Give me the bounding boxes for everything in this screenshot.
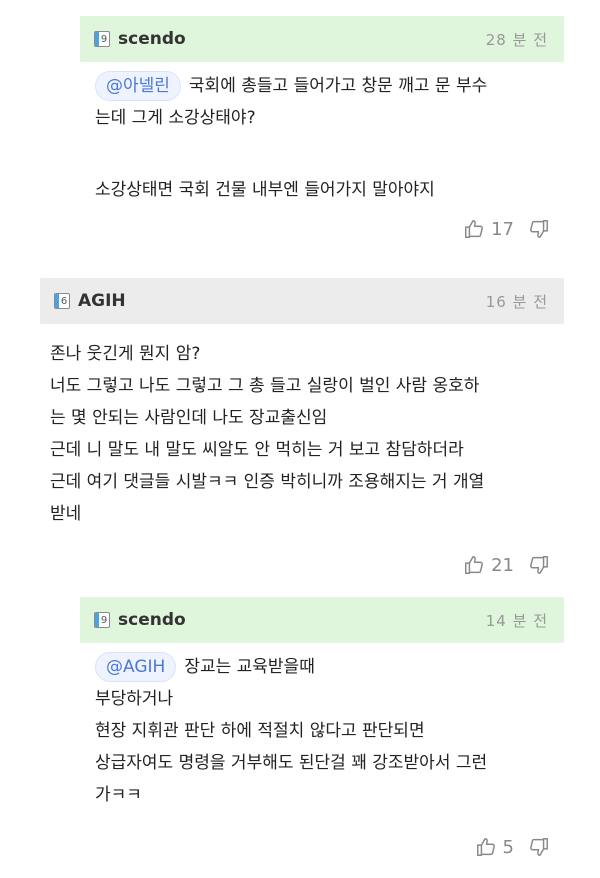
thumbs-up-icon xyxy=(463,218,485,240)
like-button[interactable]: 5 xyxy=(475,836,514,858)
vote-bar: 5 xyxy=(475,836,550,858)
thumbs-down-icon[interactable] xyxy=(528,554,550,576)
comment-body: @아넬린 국회에 총들고 들어가고 창문 깨고 문 부수 는데 그게 소강상태야?… xyxy=(95,70,487,206)
comment-body: @AGIH 장교는 교육받을때 부당하거나 현장 지휘관 판단 하에 적절치 않다… xyxy=(95,651,487,811)
like-count: 17 xyxy=(491,218,514,240)
like-button[interactable]: 17 xyxy=(463,218,514,240)
thumbs-up-icon xyxy=(475,836,497,858)
nickname[interactable]: scendo xyxy=(118,610,186,630)
like-count: 5 xyxy=(502,836,514,858)
timestamp: 16 분 전 xyxy=(485,292,548,311)
level-badge-icon: 6 xyxy=(54,293,70,309)
timestamp: 14 분 전 xyxy=(485,611,548,630)
like-count: 21 xyxy=(491,554,514,576)
mention-link[interactable]: @아넬린 xyxy=(95,71,181,101)
mention-link[interactable]: @AGIH xyxy=(95,652,177,682)
nickname[interactable]: AGIH xyxy=(78,291,126,311)
comment-header: 6 AGIH 16 분 전 xyxy=(40,278,564,324)
timestamp: 28 분 전 xyxy=(485,30,548,49)
vote-bar: 17 xyxy=(463,218,550,240)
like-button[interactable]: 21 xyxy=(463,554,514,576)
level-badge-icon: 9 xyxy=(94,612,110,628)
comment-body: 존나 웃긴게 뭔지 암? 너도 그렇고 나도 그렇고 그 총 들고 실랑이 벌인… xyxy=(50,344,485,524)
thumbs-down-icon[interactable] xyxy=(528,836,550,858)
vote-bar: 21 xyxy=(463,554,550,576)
comment-header: 9 scendo 14 분 전 xyxy=(80,597,564,643)
thumbs-up-icon xyxy=(463,554,485,576)
thumbs-down-icon[interactable] xyxy=(528,218,550,240)
nickname[interactable]: scendo xyxy=(118,29,186,49)
level-badge-icon: 9 xyxy=(94,31,110,47)
comment-header: 9 scendo 28 분 전 xyxy=(80,16,564,62)
